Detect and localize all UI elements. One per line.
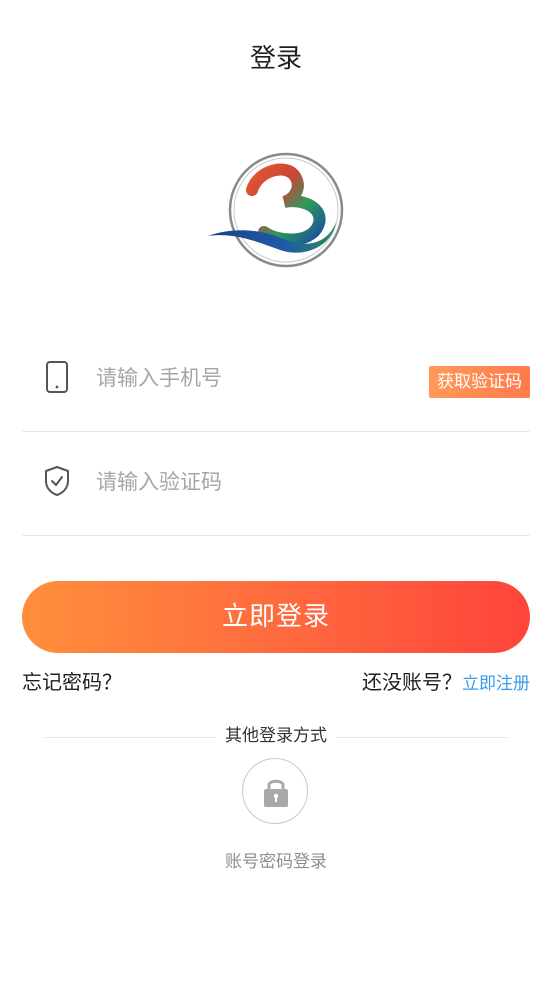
account-password-login-button[interactable] (242, 758, 308, 824)
page-title: 登录 (249, 44, 302, 74)
phone-icon (42, 360, 72, 394)
forgot-password-link[interactable]: 忘记密码？ (22, 668, 122, 696)
register-prompt-row: 还没账号？立即注册 (362, 668, 530, 698)
code-input[interactable] (96, 462, 416, 502)
app-logo (206, 152, 346, 272)
other-login-methods-label: 其他登录方式 (225, 726, 327, 746)
no-account-text: 还没账号？ (362, 670, 462, 694)
account-password-login-label[interactable]: 账号密码登录 (0, 849, 552, 875)
shield-check-icon (42, 464, 72, 498)
lock-icon (264, 779, 288, 807)
get-code-button[interactable]: 获取验证码 (429, 366, 530, 398)
register-link[interactable]: 立即注册 (462, 674, 530, 694)
code-field-row (22, 432, 530, 536)
b-heart-logo-icon (208, 152, 344, 268)
login-button[interactable]: 立即登录 (22, 581, 530, 653)
phone-field-row: 获取验证码 (22, 328, 530, 432)
phone-input[interactable] (96, 358, 416, 398)
